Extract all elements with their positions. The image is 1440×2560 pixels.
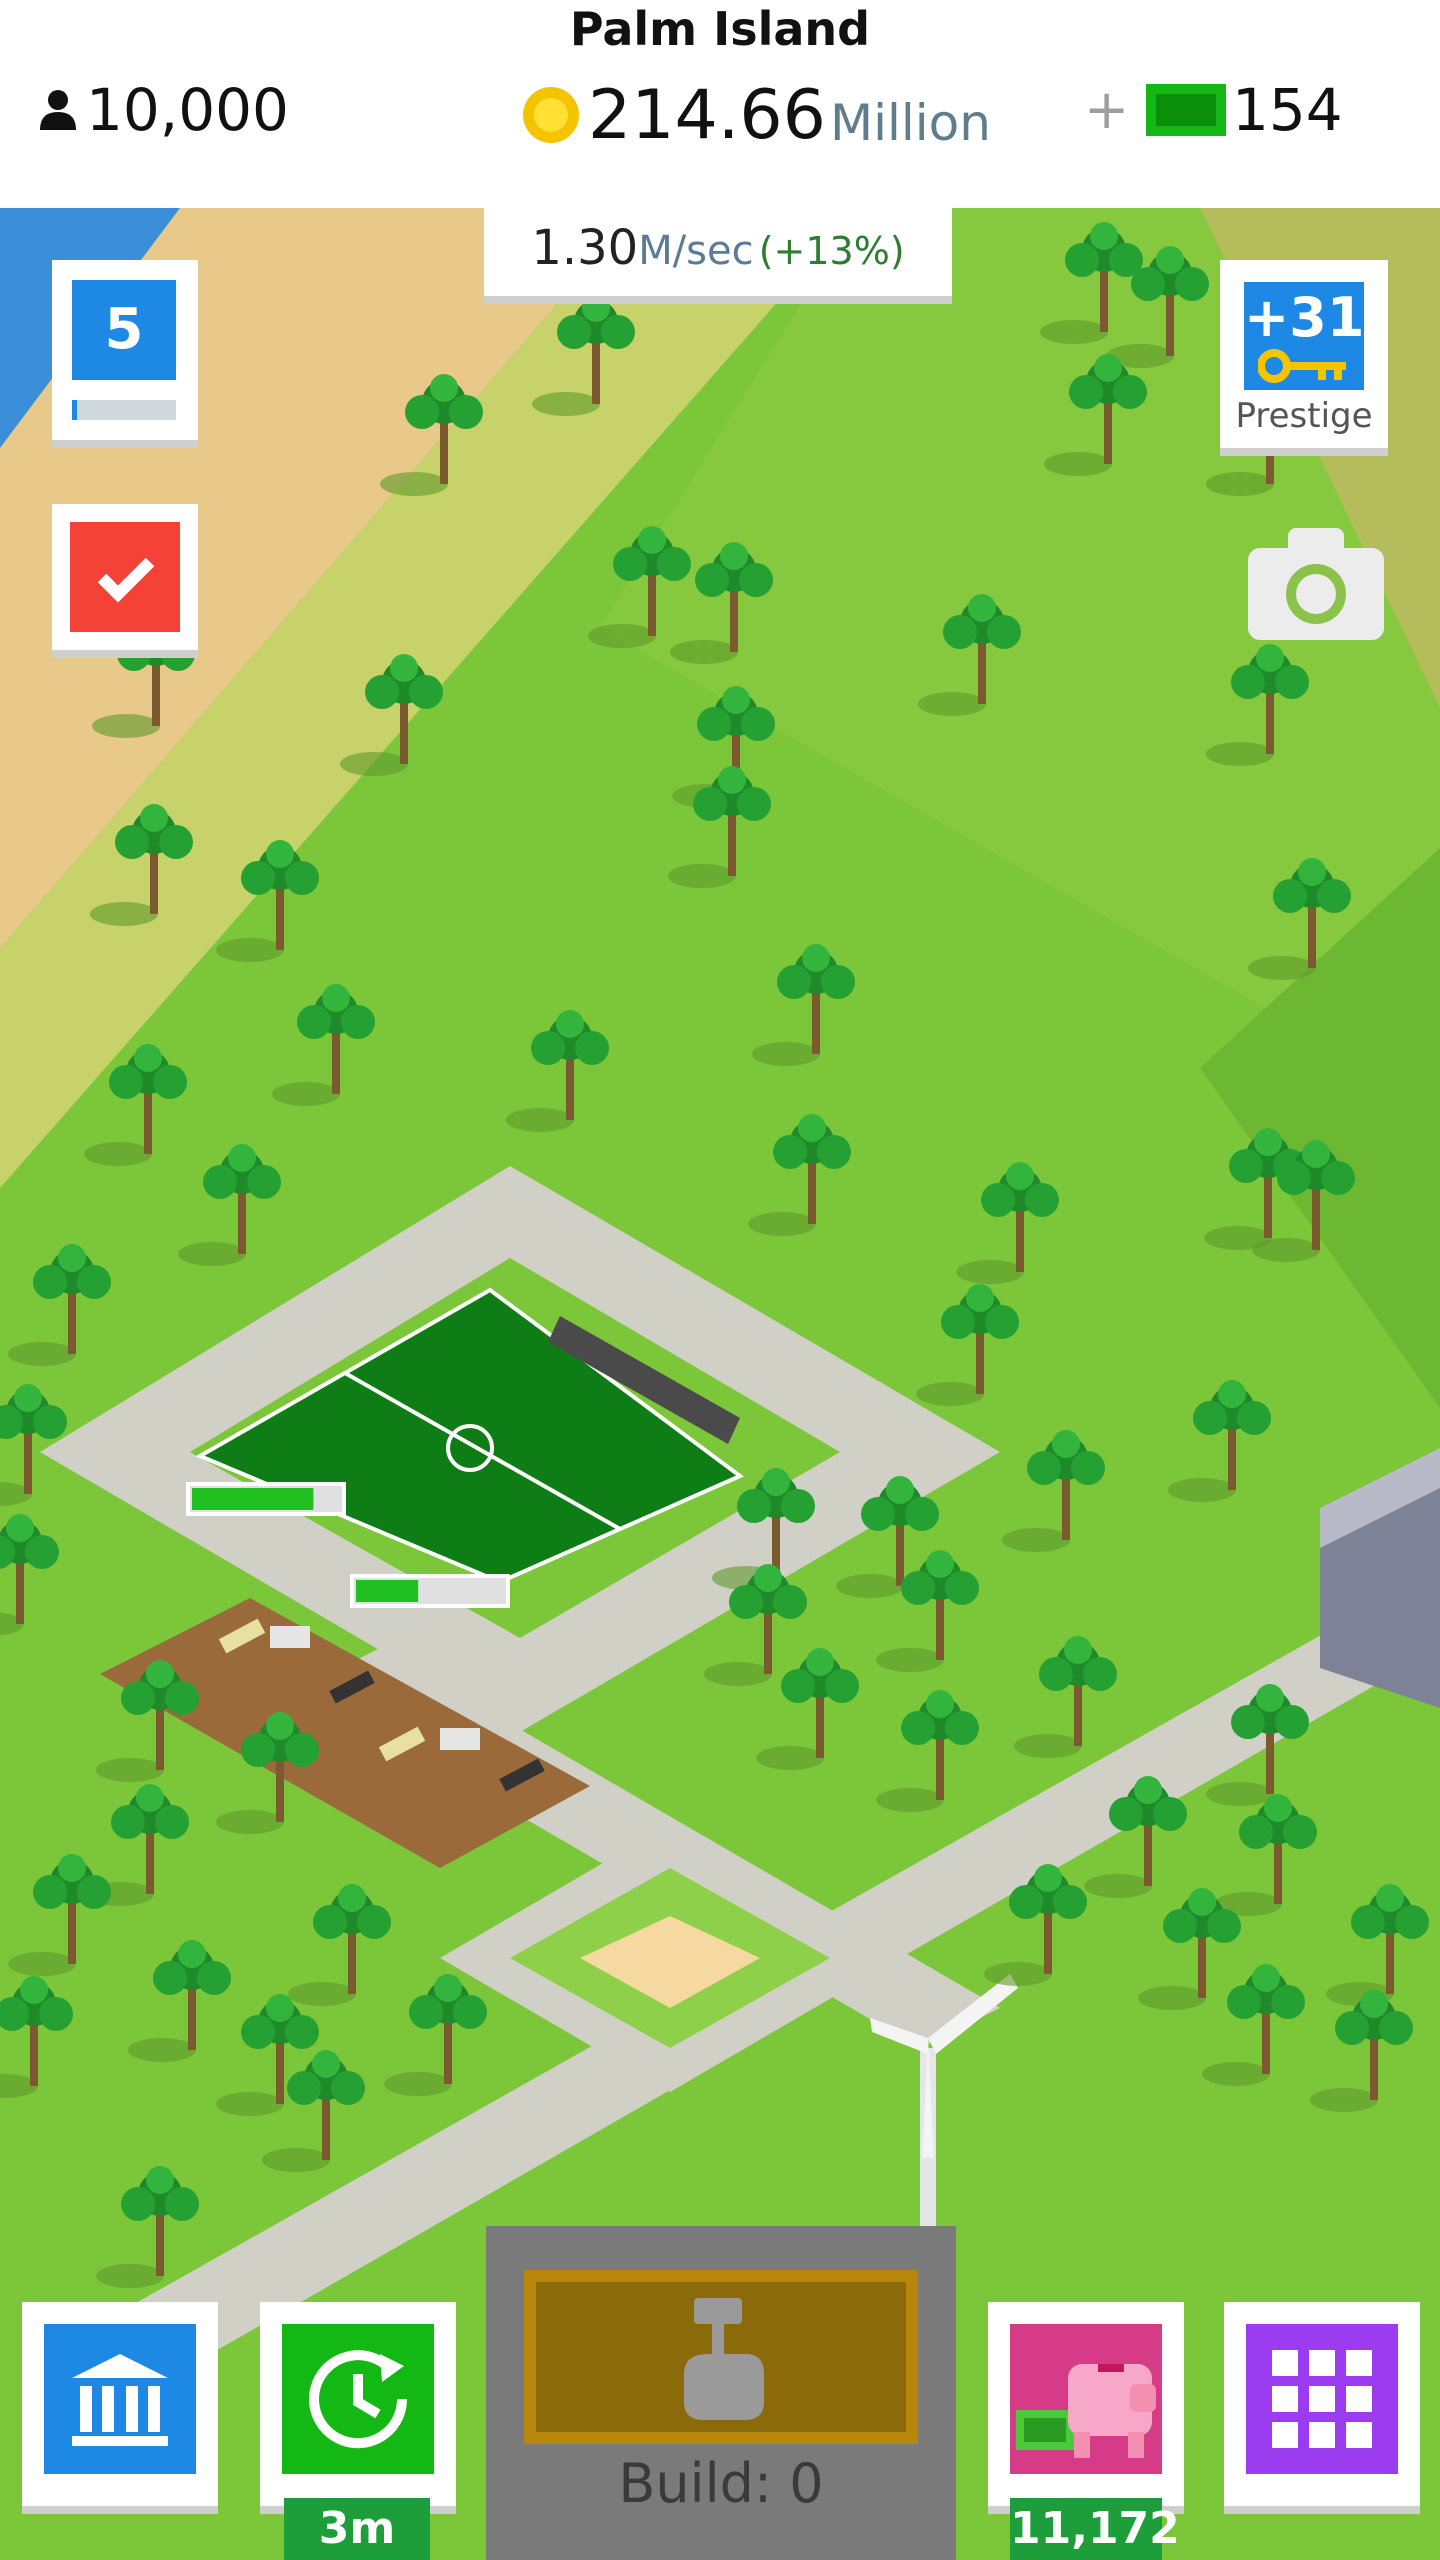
level-progress-fill <box>72 400 78 420</box>
cash-icon <box>1146 84 1226 136</box>
cash-value: 154 <box>1232 76 1343 144</box>
key-icon <box>1258 349 1346 383</box>
income-rate-value: 1.30 <box>531 220 639 276</box>
tasks-icon-bg <box>70 522 180 632</box>
prestige-icon-bg: +31 <box>1244 282 1364 390</box>
check-icon <box>97 557 155 603</box>
tasks-button[interactable] <box>52 504 198 650</box>
level-number: 5 <box>72 280 176 380</box>
timer-icon-bg <box>282 2324 434 2474</box>
prestige-bonus: +31 <box>1244 286 1365 349</box>
cash-counter: 154 <box>1146 70 1343 150</box>
island-name: Palm Island <box>569 2 871 56</box>
build-panel[interactable]: Build: 0 <box>486 2226 956 2560</box>
population-value: 10,000 <box>86 76 289 144</box>
camera-icon <box>1248 528 1384 640</box>
level-progress-bar <box>72 400 176 420</box>
level-button[interactable]: 5 <box>52 260 198 440</box>
piggy-bank-button[interactable] <box>988 2302 1184 2506</box>
menu-icon-bg <box>1246 2324 1398 2474</box>
add-cash-button[interactable]: + <box>1084 78 1129 141</box>
menu-button[interactable] <box>1224 2302 1420 2506</box>
coins-counter: 214.66 Million <box>520 70 991 160</box>
income-rate: 1.30M/sec (+13%) <box>484 200 952 296</box>
clock-forward-icon <box>309 2350 408 2449</box>
time-warp-button[interactable] <box>260 2302 456 2506</box>
island-map[interactable] <box>0 208 1440 2560</box>
top-bar: Palm Island 10,000 214.66 Million + 154 <box>0 0 1440 208</box>
coins-unit: Million <box>829 94 991 152</box>
piggy-bank-badge: 11,172 <box>1010 2498 1180 2560</box>
time-warp-badge: 3m <box>284 2498 430 2560</box>
bank-icon-bg <box>44 2324 196 2474</box>
population-counter: 10,000 <box>36 70 289 150</box>
bank-icon <box>72 2354 168 2446</box>
build-button[interactable] <box>524 2270 918 2444</box>
coin-icon <box>523 87 579 143</box>
build-label: Build: 0 <box>618 2452 824 2515</box>
hammer-hand-icon <box>684 2298 764 2420</box>
coins-value: 214.66 <box>588 75 826 155</box>
piggy-bank-icon <box>1016 2364 1156 2458</box>
construction-progress-1 <box>186 1482 346 1516</box>
piggy-icon-bg <box>1010 2324 1162 2474</box>
income-rate-unit: M/sec <box>638 228 754 274</box>
income-bonus: (+13%) <box>758 229 905 273</box>
construction-progress-2 <box>350 1574 510 1608</box>
prestige-button[interactable]: +31 Prestige <box>1220 260 1388 448</box>
camera-button[interactable] <box>1248 528 1384 640</box>
bank-button[interactable] <box>22 2302 218 2506</box>
prestige-label: Prestige <box>1235 396 1373 436</box>
person-icon <box>40 90 76 130</box>
grid-icon <box>1272 2350 1372 2448</box>
